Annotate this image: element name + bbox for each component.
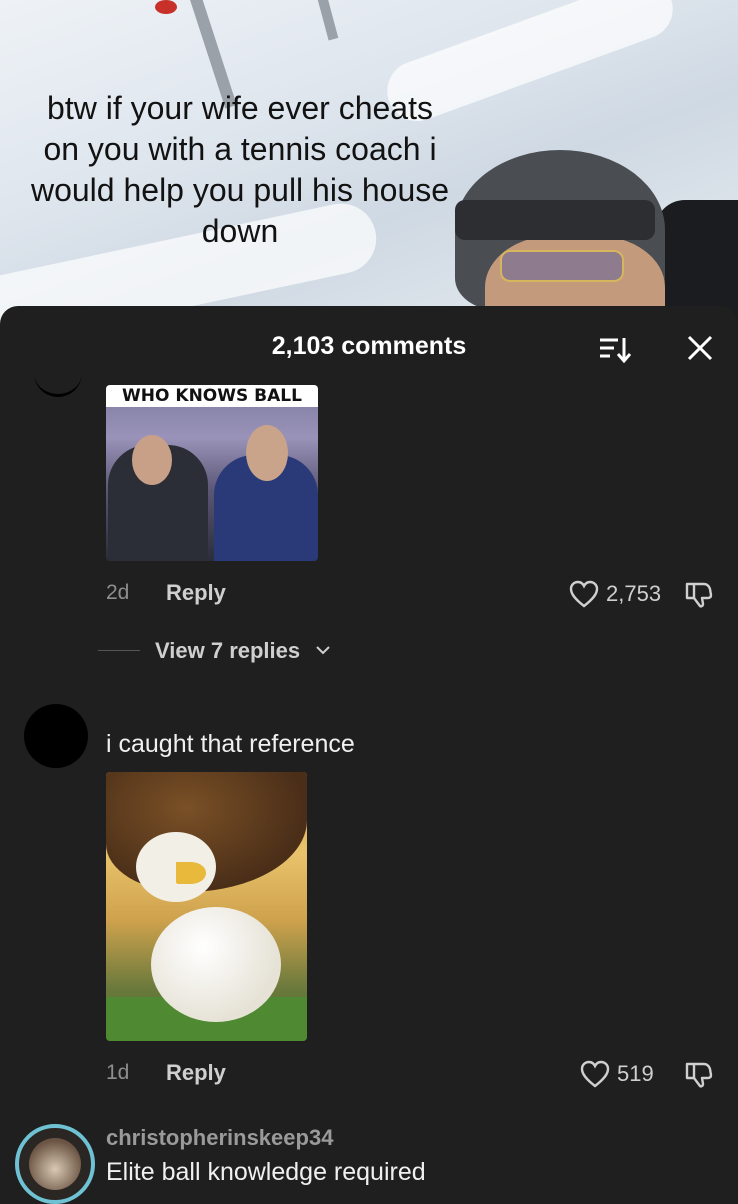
red-marker [155,0,177,14]
comment-username[interactable]: christopherinskeep34 [106,1125,333,1151]
heart-icon[interactable] [569,580,599,608]
comment-age: 1d [106,1061,130,1084]
view-replies-button[interactable]: View 7 replies [155,638,300,664]
video-background[interactable]: btw if your wife ever cheats on you with… [0,0,738,330]
like-count: 2,753 [606,581,662,606]
comment-text: i caught that reference [106,730,355,758]
like-count: 519 [617,1061,654,1086]
comment-text: Elite ball knowledge required [106,1158,426,1186]
comment-image[interactable] [106,772,307,1041]
person-in-ski-helmet [445,140,738,330]
video-caption: btw if your wife ever cheats on you with… [30,90,450,249]
image-banner-text: WHO KNOWS BALL [106,385,318,407]
avatar[interactable] [15,1124,95,1204]
comment-age: 2d [106,581,130,604]
divider [98,650,140,651]
dislike-icon[interactable] [684,1060,714,1090]
dislike-icon[interactable] [684,580,714,610]
comment-image[interactable]: WHO KNOWS BALL [106,385,318,561]
close-icon[interactable] [682,330,718,366]
ski-pole-2 [315,0,339,41]
chevron-down-icon [315,642,331,658]
sheet-header: 2,103 comments [0,306,738,386]
sort-icon[interactable] [596,330,634,368]
reply-button[interactable]: Reply [166,1060,226,1086]
heart-icon[interactable] [580,1060,610,1088]
avatar[interactable] [24,704,88,768]
reply-button[interactable]: Reply [166,580,226,606]
